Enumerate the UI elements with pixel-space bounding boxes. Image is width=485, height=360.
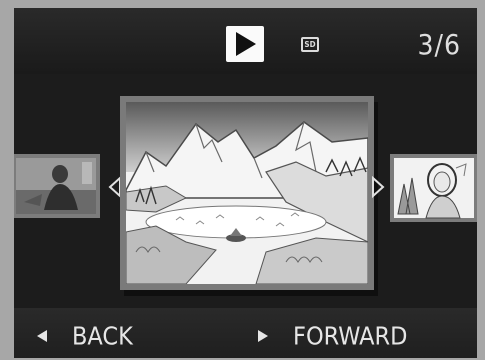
sd-card-icon: SD — [301, 37, 319, 52]
forward-label: FORWARD — [293, 321, 408, 351]
next-arrow-icon[interactable] — [371, 175, 385, 199]
left-triangle-icon — [37, 330, 47, 342]
next-image-thumbnail[interactable] — [390, 154, 477, 222]
camera-lcd-screen: SD 3/6 BACK FORWARD — [14, 8, 477, 358]
back-button[interactable]: BACK — [36, 320, 133, 351]
image-counter: 3/6 — [417, 28, 461, 61]
back-label: BACK — [72, 321, 133, 351]
previous-image-thumbnail[interactable] — [14, 154, 100, 218]
right-triangle-icon — [258, 330, 268, 342]
status-bar: SD 3/6 — [14, 8, 477, 74]
play-icon — [226, 26, 264, 62]
current-image — [120, 96, 374, 290]
forward-button[interactable]: FORWARD — [257, 320, 407, 351]
navigation-bar: BACK FORWARD — [14, 308, 477, 358]
